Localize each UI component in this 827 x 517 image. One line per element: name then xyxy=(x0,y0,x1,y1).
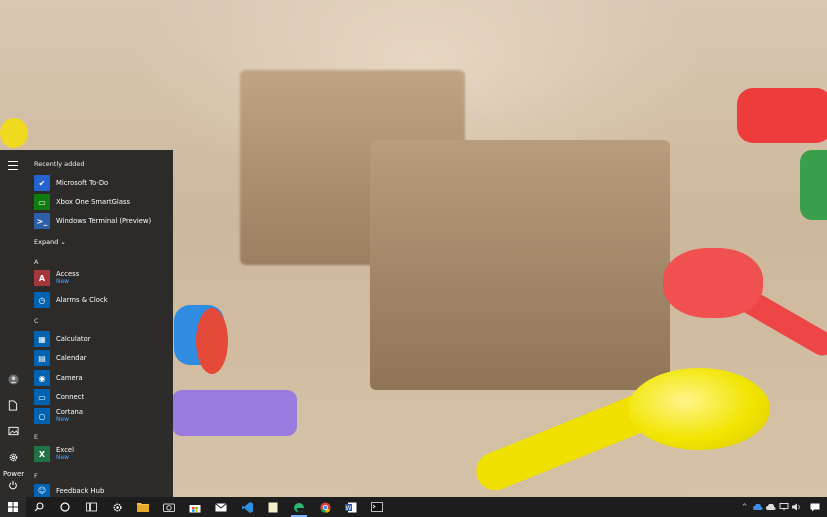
camera-icon: ◉ xyxy=(34,370,50,386)
chrome-icon[interactable] xyxy=(312,497,338,517)
network-icon[interactable] xyxy=(777,497,790,517)
start-rail: Power xyxy=(0,150,26,497)
app-xbox-one-smartglass[interactable]: ▭ Xbox One SmartGlass xyxy=(34,194,170,210)
app-name: Access xyxy=(56,270,80,278)
notification-icon[interactable] xyxy=(803,497,827,517)
app-name: Calculator xyxy=(56,335,91,343)
app-cortana[interactable]: ○ Cortana New xyxy=(34,408,170,424)
system-tray: ^ xyxy=(738,497,827,517)
app-excel[interactable]: X Excel New xyxy=(34,446,170,462)
new-badge: New xyxy=(56,278,70,285)
alarm-clock-icon: ◷ xyxy=(34,292,50,308)
app-name: Connect xyxy=(56,393,85,401)
power-icon[interactable] xyxy=(4,476,22,494)
user-account-icon[interactable] xyxy=(4,370,22,388)
excel-icon: X xyxy=(34,446,50,462)
task-view-icon[interactable] xyxy=(78,497,104,517)
app-name: Feedback Hub xyxy=(56,486,105,495)
red-toy xyxy=(737,88,827,143)
letter-header-f[interactable]: F xyxy=(34,472,38,480)
app-feedback-hub[interactable]: ☺ Feedback Hub xyxy=(34,484,170,497)
app-alarms-clock[interactable]: ◷ Alarms & Clock xyxy=(34,292,170,308)
app-name: Camera xyxy=(56,374,83,382)
letter-header-e[interactable]: E xyxy=(34,433,38,441)
app-camera[interactable]: ◉ Camera xyxy=(34,370,170,386)
red-cap xyxy=(196,308,228,374)
app-name: Cortana xyxy=(56,408,84,416)
checkmark-icon: ✔ xyxy=(34,175,50,191)
hamburger-menu-icon[interactable] xyxy=(4,156,22,174)
green-toy xyxy=(800,150,827,220)
app-name: Xbox One SmartGlass xyxy=(56,198,131,206)
yellow-shovel xyxy=(628,368,770,450)
documents-icon[interactable] xyxy=(4,396,22,414)
access-icon: A xyxy=(34,270,50,286)
app-windows-terminal[interactable]: >_ Windows Terminal (Preview) xyxy=(34,213,170,229)
store-icon[interactable] xyxy=(182,497,208,517)
app-connect[interactable]: ▭ Connect xyxy=(34,389,170,405)
letter-header-c[interactable]: C xyxy=(34,317,39,325)
edge-icon[interactable] xyxy=(286,497,312,517)
settings-gear-icon[interactable] xyxy=(4,448,22,466)
cortana-icon: ○ xyxy=(34,408,50,424)
calendar-icon: ▤ xyxy=(34,350,50,366)
connect-icon: ▭ xyxy=(34,389,50,405)
app-name: Microsoft To-Do xyxy=(56,179,109,187)
mail-icon[interactable] xyxy=(208,497,234,517)
feedback-icon: ☺ xyxy=(34,484,50,497)
onedrive-icon[interactable] xyxy=(751,497,764,517)
volume-icon[interactable] xyxy=(790,497,803,517)
chevron-up-icon[interactable]: ^ xyxy=(738,497,751,517)
start-menu: Power Recently added ✔ Microsoft To-Do ▭… xyxy=(0,150,173,497)
file-explorer-icon[interactable] xyxy=(130,497,156,517)
settings-icon[interactable] xyxy=(104,497,130,517)
app-microsoft-to-do[interactable]: ✔ Microsoft To-Do xyxy=(34,175,170,191)
taskbar: W ^ xyxy=(0,497,827,517)
notepad-icon[interactable] xyxy=(260,497,286,517)
terminal-icon: >_ xyxy=(34,213,50,229)
app-name: Excel xyxy=(56,446,75,454)
sandcastle-front xyxy=(370,140,670,390)
app-name: Windows Terminal (Preview) xyxy=(56,217,152,225)
purple-mold xyxy=(172,390,297,436)
xbox-icon: ▭ xyxy=(34,194,50,210)
app-calculator[interactable]: ▦ Calculator xyxy=(34,331,170,347)
start-icon[interactable] xyxy=(0,497,26,517)
app-name: Calendar xyxy=(56,354,87,362)
app-name: Alarms & Clock xyxy=(56,296,108,304)
recently-added-heading: Recently added xyxy=(34,160,85,168)
cloud-icon[interactable] xyxy=(764,497,777,517)
vscode-icon[interactable] xyxy=(234,497,260,517)
camera-icon[interactable] xyxy=(156,497,182,517)
letter-header-a[interactable]: A xyxy=(34,258,38,266)
new-badge: New xyxy=(56,454,70,461)
expand-button[interactable]: Expand ⌄ xyxy=(34,238,66,246)
calculator-icon: ▦ xyxy=(34,331,50,347)
power-tooltip: Power xyxy=(3,470,25,478)
yellow-toy xyxy=(0,118,28,148)
search-icon[interactable] xyxy=(26,497,52,517)
svg-text:W: W xyxy=(346,504,352,511)
pictures-icon[interactable] xyxy=(4,422,22,440)
word-icon[interactable]: W xyxy=(338,497,364,517)
cortana-icon[interactable] xyxy=(52,497,78,517)
terminal-icon[interactable] xyxy=(364,497,390,517)
new-badge: New xyxy=(56,416,70,423)
app-calendar[interactable]: ▤ Calendar xyxy=(34,350,170,366)
red-rake xyxy=(663,248,763,318)
app-access[interactable]: A Access New xyxy=(34,270,170,286)
